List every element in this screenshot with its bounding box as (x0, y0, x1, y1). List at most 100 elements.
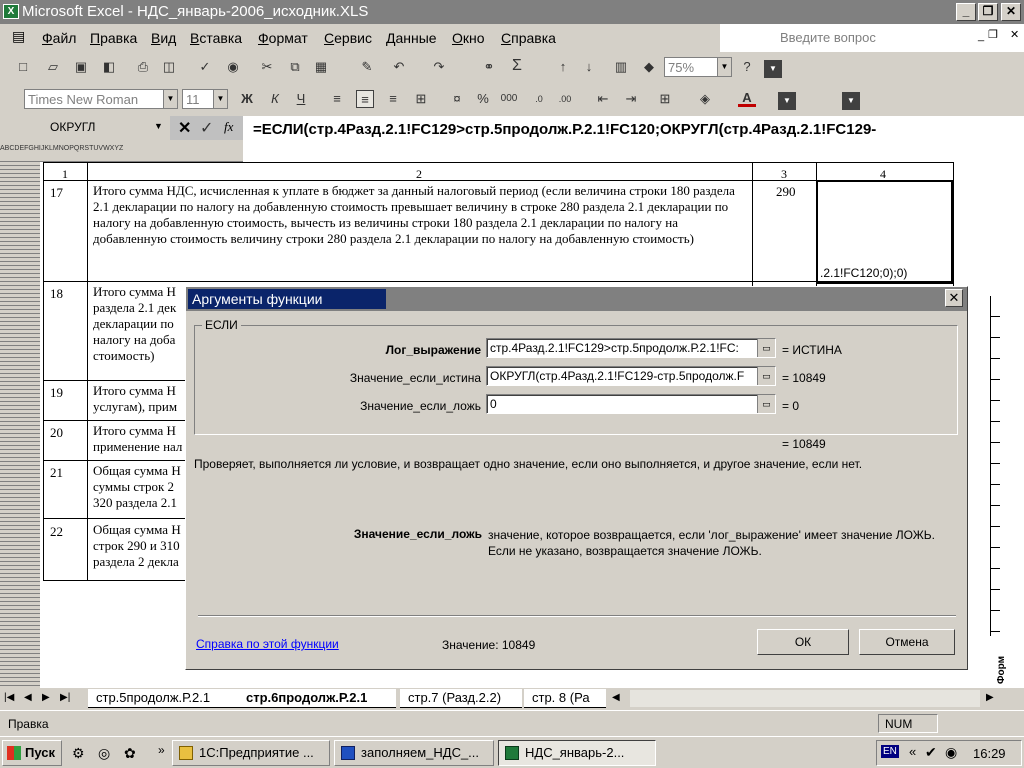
dialog-title-bar[interactable]: Аргументы функции ✕ (186, 287, 967, 311)
fill-color-icon[interactable]: ◈ (696, 90, 714, 108)
preview-icon[interactable]: ◫ (160, 58, 178, 76)
copy-icon[interactable]: ⧉ (286, 58, 304, 76)
menu-view[interactable]: Вид (151, 30, 176, 46)
enter-entry-icon[interactable]: ✓ (200, 118, 213, 138)
arg-input-if-true[interactable]: ОКРУГЛ(стр.4Разд.2.1!FC129-стр.5продолж.… (486, 366, 776, 386)
help-icon[interactable]: ? (738, 58, 756, 76)
next-sheet-icon[interactable]: ▶ (42, 692, 50, 703)
new-icon[interactable]: □ (14, 58, 32, 76)
research-icon[interactable]: ◉ (224, 58, 242, 76)
function-help-link[interactable]: Справка по этой функции (196, 637, 339, 651)
first-sheet-icon[interactable]: |◀ (4, 692, 14, 703)
row-code-cell[interactable]: 290 (776, 184, 796, 200)
name-box[interactable]: ОКРУГЛ ▼ (0, 116, 170, 140)
quicklaunch-icon[interactable]: ✿ (124, 745, 136, 762)
drawing-icon[interactable]: ◆ (640, 58, 658, 76)
restore-button[interactable]: ❐ (978, 3, 998, 21)
table-cell[interactable]: Итого сумма Н раздела 2.1 дек декларации… (93, 284, 185, 376)
tray-app-icon[interactable]: ✔ (925, 744, 937, 761)
percent-icon[interactable]: % (474, 90, 492, 108)
chevron-down-icon[interactable]: ▼ (163, 90, 177, 108)
hyperlink-icon[interactable]: ⚭ (480, 58, 498, 76)
last-sheet-icon[interactable]: ▶| (60, 692, 70, 703)
taskbar-button[interactable]: 1С:Предприятие ... (172, 740, 330, 766)
doc-minimize-icon[interactable]: _ (978, 30, 984, 42)
start-button[interactable]: Пуск (2, 740, 62, 766)
chevron-down-icon[interactable]: ▼ (717, 58, 731, 76)
zoom-combo[interactable]: 75% ▼ (664, 57, 732, 77)
format-painter-icon[interactable]: ✎ (358, 58, 376, 76)
permission-icon[interactable]: ◧ (100, 58, 118, 76)
thousands-icon[interactable]: 000 (500, 90, 518, 108)
font-name-combo[interactable]: Times New Roman ▼ (24, 89, 178, 109)
toolbar-options-icon[interactable]: ▼ (778, 92, 796, 110)
currency-icon[interactable]: ¤ (448, 90, 466, 108)
redo-icon[interactable]: ↷ (430, 58, 448, 76)
menu-window[interactable]: Окно (452, 30, 485, 46)
arg-input-logical[interactable]: стр.4Разд.2.1!FC129>стр.5продолж.Р.2.1!F… (486, 338, 776, 358)
font-size-combo[interactable]: 11 ▼ (182, 89, 228, 109)
chevron-down-icon[interactable]: ▼ (154, 121, 163, 131)
table-cell[interactable]: Итого сумма Н услугам), прим (93, 383, 185, 417)
borders-icon[interactable]: ⊞ (656, 90, 674, 108)
italic-button[interactable]: К (266, 90, 284, 108)
quicklaunch-icon[interactable]: ⚙ (72, 745, 85, 762)
paste-icon[interactable]: ▦ (312, 58, 330, 76)
open-icon[interactable]: ▱ (44, 58, 62, 76)
align-center-icon[interactable]: ≡ (356, 90, 374, 108)
cancel-entry-icon[interactable]: ✕ (178, 118, 191, 138)
chart-wizard-icon[interactable]: ▥ (612, 58, 630, 76)
merge-center-icon[interactable]: ⊞ (412, 90, 430, 108)
collapse-dialog-icon[interactable]: ▭ (757, 395, 775, 413)
more-quicklaunch-icon[interactable]: » (158, 743, 165, 757)
undo-icon[interactable]: ↶ (390, 58, 408, 76)
align-right-icon[interactable]: ≡ (384, 90, 402, 108)
help-question-box[interactable]: Введите вопрос _ ❐ ✕ (720, 24, 1024, 52)
autosum-icon[interactable]: Σ (508, 57, 526, 75)
sort-asc-icon[interactable]: ↑ (554, 58, 572, 76)
decrease-decimal-icon[interactable]: .00 (556, 90, 574, 108)
menu-data[interactable]: Данные (386, 30, 437, 46)
decrease-indent-icon[interactable]: ⇤ (594, 90, 612, 108)
menu-insert[interactable]: Вставка (190, 30, 242, 46)
table-cell[interactable]: Общая сумма Н суммы строк 2 320 раздела … (93, 463, 185, 515)
excel-app-icon[interactable]: X (3, 4, 19, 19)
sort-desc-icon[interactable]: ↓ (580, 58, 598, 76)
chevron-down-icon[interactable]: ▼ (213, 90, 227, 108)
insert-function-icon[interactable]: fx (224, 119, 233, 135)
print-icon[interactable]: ⎙ (134, 58, 152, 76)
scroll-right-icon[interactable]: ▶ (986, 692, 994, 703)
taskbar-button-active[interactable]: НДС_январь-2... (498, 740, 656, 766)
font-color-icon[interactable]: A (738, 89, 756, 107)
tray-expand-icon[interactable]: « (909, 744, 916, 759)
taskbar-button[interactable]: заполняем_НДС_... (334, 740, 494, 766)
cut-icon[interactable]: ✂ (258, 58, 276, 76)
menu-file[interactable]: Файл (42, 30, 76, 46)
doc-restore-icon[interactable]: ❐ (988, 28, 998, 41)
minimize-button[interactable]: _ (956, 3, 976, 21)
menu-help[interactable]: Справка (501, 30, 556, 46)
prev-sheet-icon[interactable]: ◀ (24, 692, 32, 703)
document-icon[interactable]: ▤ (12, 28, 25, 45)
dialog-close-button[interactable]: ✕ (945, 289, 963, 307)
table-cell[interactable]: Общая сумма Н строк 290 и 310 раздела 2 … (93, 522, 185, 576)
sheet-tab[interactable]: стр. 8 (Ра (524, 689, 606, 708)
ok-button[interactable]: ОК (757, 629, 849, 655)
cancel-button[interactable]: Отмена (859, 629, 955, 655)
increase-decimal-icon[interactable]: .0 (530, 90, 548, 108)
sheet-tab[interactable]: стр.7 (Разд.2.2) (400, 689, 522, 708)
language-indicator[interactable]: EN (881, 745, 899, 758)
table-cell[interactable]: Итого сумма НДС, исчисленная к уплате в … (93, 183, 749, 247)
collapse-dialog-icon[interactable]: ▭ (757, 367, 775, 385)
sheet-tab[interactable]: стр.5продолж.Р.2.1 (88, 689, 238, 708)
tab-scroll-left-icon[interactable]: ◀ (612, 692, 620, 703)
table-cell[interactable]: Итого сумма Н применение нал (93, 423, 185, 457)
menu-tools[interactable]: Сервис (324, 30, 372, 46)
increase-indent-icon[interactable]: ⇥ (622, 90, 640, 108)
collapse-dialog-icon[interactable]: ▭ (757, 339, 775, 357)
close-button[interactable]: ✕ (1001, 3, 1021, 21)
horizontal-scrollbar[interactable] (630, 690, 980, 707)
toolbar-options-icon[interactable]: ▼ (842, 92, 860, 110)
sheet-tab-active[interactable]: стр.6продолж.Р.2.1 (238, 689, 396, 708)
arg-input-if-false[interactable]: 0 ▭ (486, 394, 776, 414)
